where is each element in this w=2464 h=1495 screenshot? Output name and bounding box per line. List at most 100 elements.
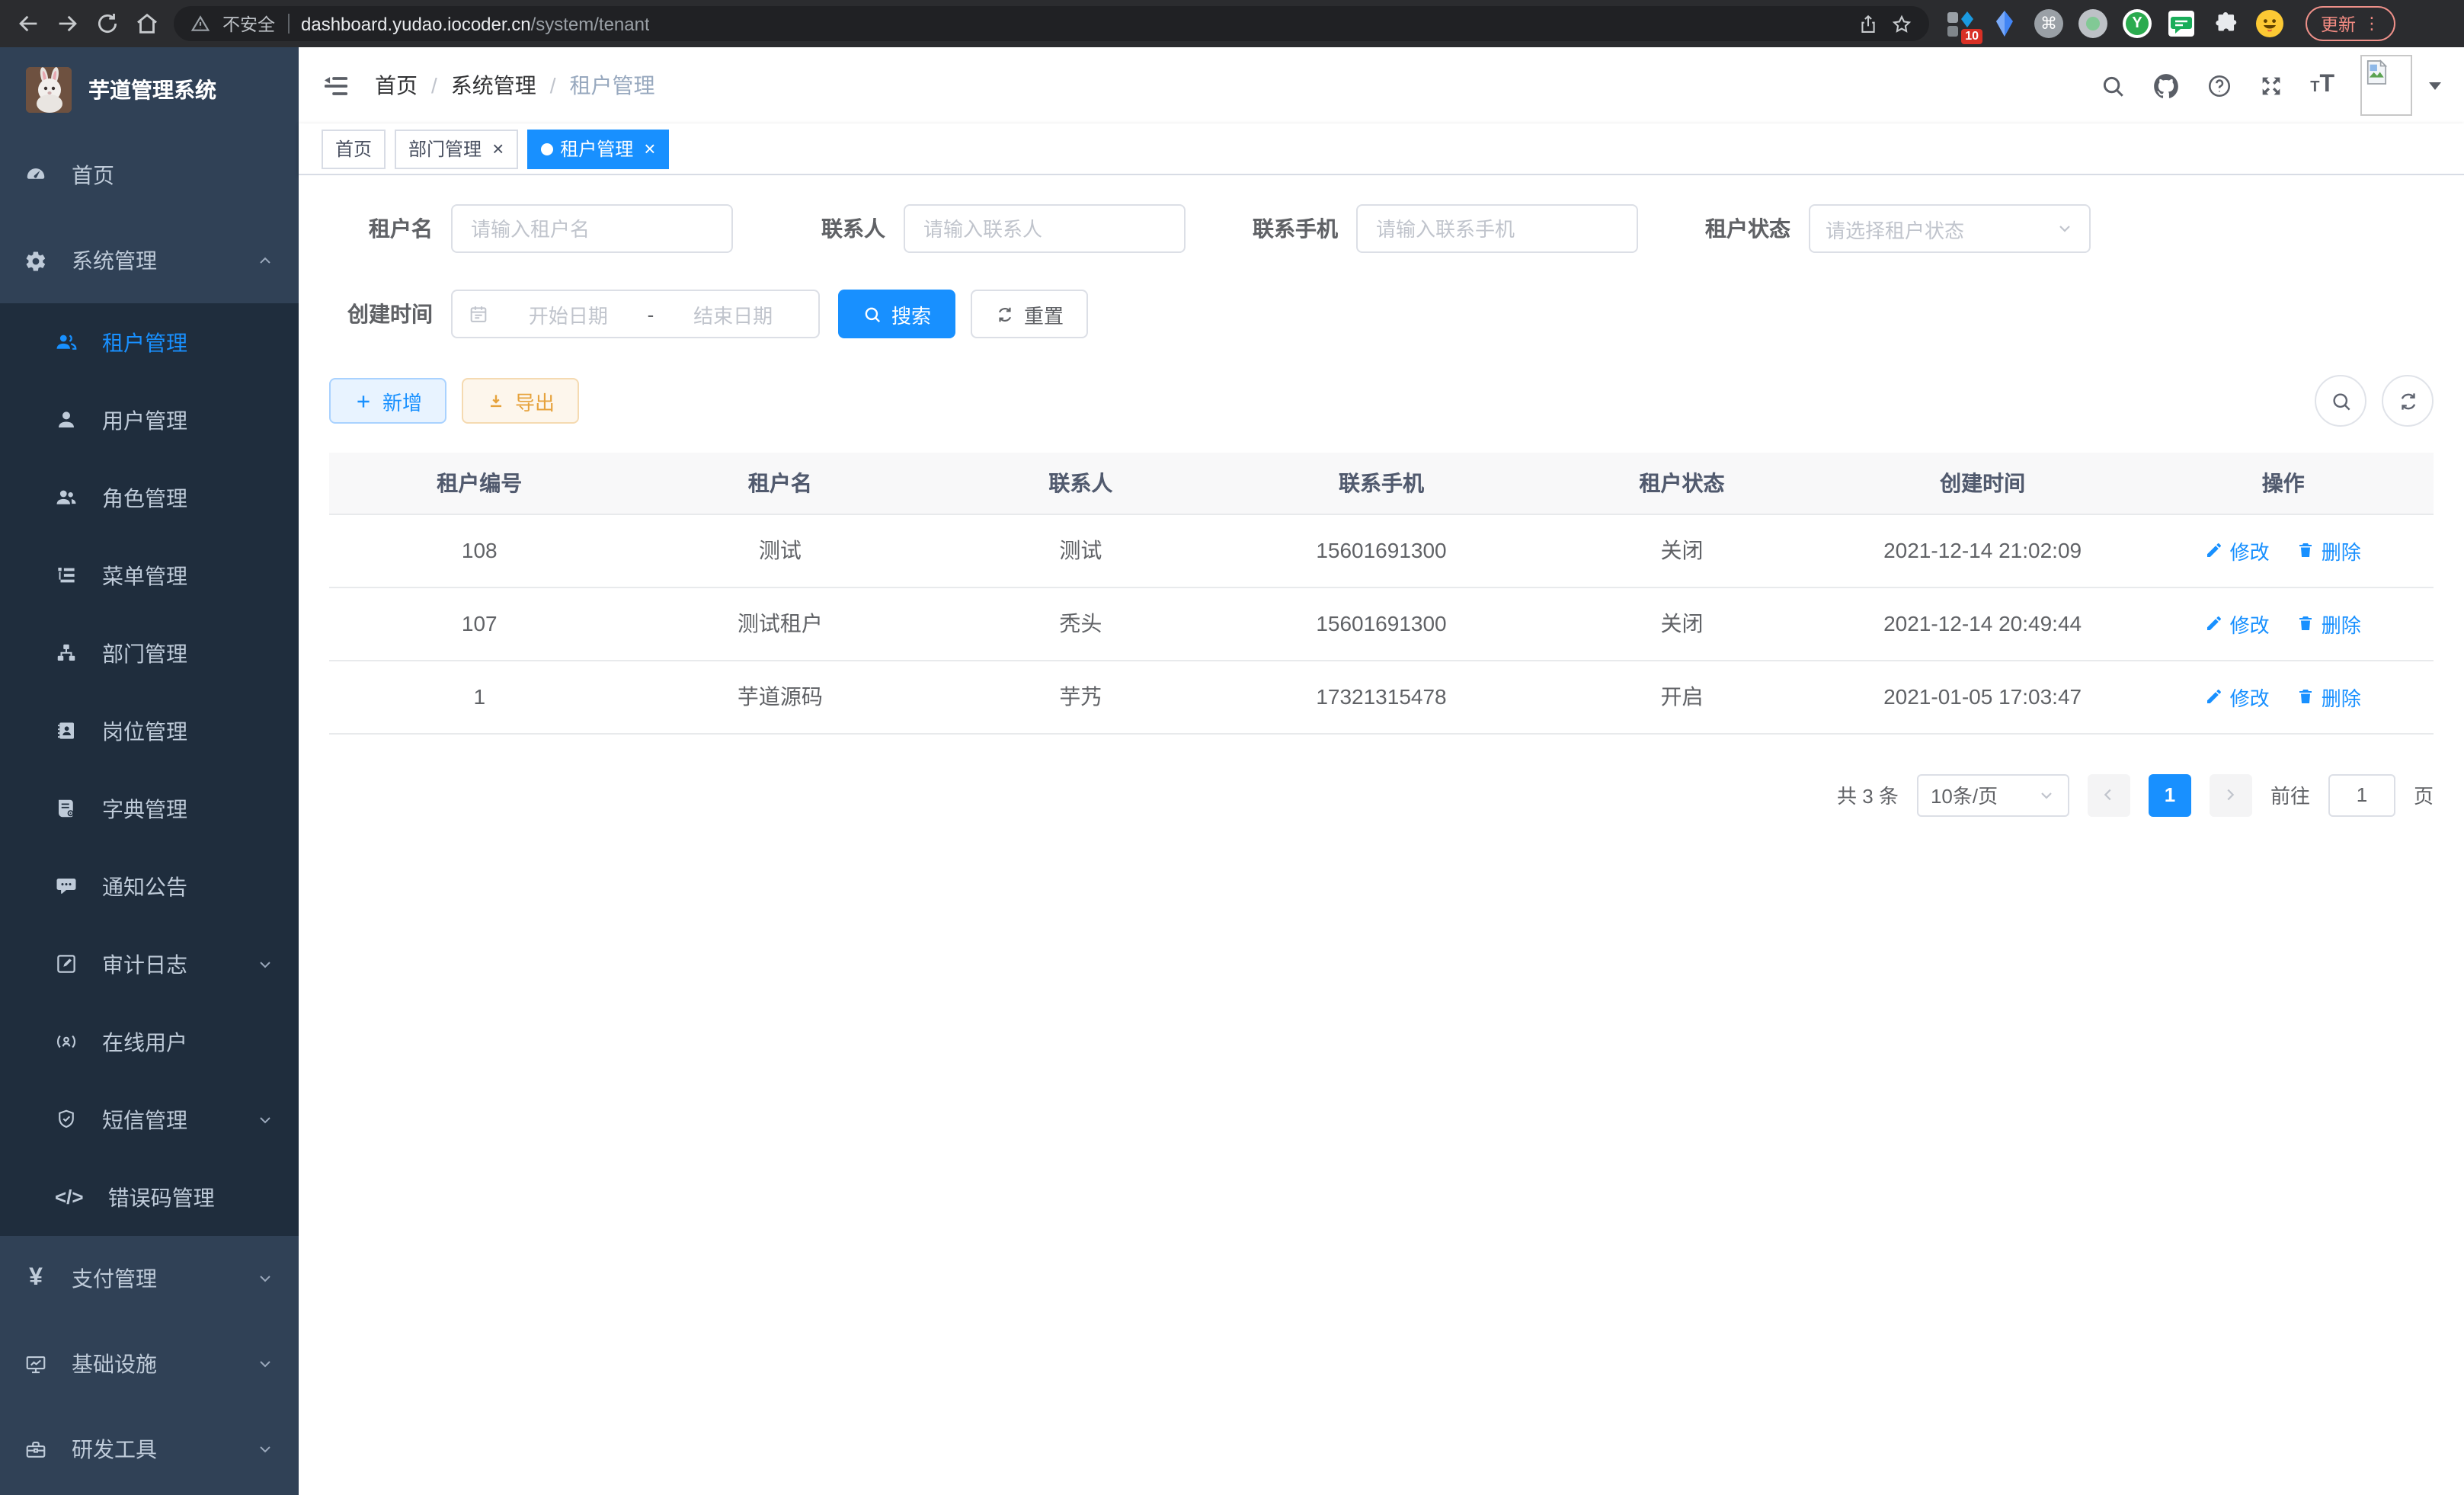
edit-pencil-icon — [2206, 614, 2224, 632]
url-text[interactable]: dashboard.yudao.iocoder.cn/system/tenant — [301, 13, 650, 34]
sidebar-item-role[interactable]: 角色管理 — [0, 459, 299, 536]
share-icon[interactable] — [1858, 13, 1879, 34]
delete-link[interactable]: 删除 — [2297, 609, 2361, 638]
goto-page-input[interactable] — [2328, 773, 2395, 816]
extension-command-icon[interactable]: ⌘ — [2034, 9, 2063, 38]
col-tenant-id: 租户编号 — [329, 453, 630, 514]
sidebar-toggle-icon[interactable] — [322, 71, 350, 100]
sidebar-item-payment[interactable]: ¥ 支付管理 — [0, 1236, 299, 1321]
cell-status: 关闭 — [1531, 587, 1832, 660]
avatar[interactable] — [2360, 55, 2412, 116]
dashboard-icon — [24, 164, 47, 187]
edit-link[interactable]: 修改 — [2206, 682, 2270, 711]
extension-chat-icon[interactable] — [2167, 9, 2196, 38]
sidebar-item-error-code[interactable]: </> 错误码管理 — [0, 1158, 299, 1236]
sidebar-item-tenant[interactable]: 租户管理 — [0, 303, 299, 381]
security-label[interactable]: 不安全 — [222, 11, 275, 36]
extension-kite-icon[interactable] — [1990, 9, 2019, 38]
sidebar-item-menu[interactable]: 菜单管理 — [0, 536, 299, 614]
navbar-actions: TT — [2100, 55, 2441, 116]
browser-home-icon[interactable] — [134, 11, 160, 37]
avatar-caret-icon[interactable] — [2429, 82, 2441, 89]
add-button[interactable]: 新增 — [329, 378, 446, 424]
sidebar-item-audit-log[interactable]: 审计日志 — [0, 925, 299, 1003]
reset-button[interactable]: 重置 — [971, 290, 1088, 338]
announcement-icon — [55, 875, 78, 898]
tab-close-icon[interactable]: × — [492, 139, 504, 158]
breadcrumb-separator: / — [431, 73, 437, 98]
page-number-1[interactable]: 1 — [2149, 773, 2191, 816]
tab-tenant[interactable]: 租户管理 × — [526, 129, 669, 168]
cell-tenant-name: 测试 — [630, 514, 931, 587]
address-bar[interactable]: 不安全 dashboard.yudao.iocoder.cn/system/te… — [174, 6, 1929, 41]
date-range-picker[interactable]: 开始日期 - 结束日期 — [451, 290, 820, 338]
sidebar-item-post[interactable]: 岗位管理 — [0, 692, 299, 770]
github-icon[interactable] — [2152, 71, 2181, 100]
plus-icon — [354, 391, 373, 411]
col-actions: 操作 — [2133, 453, 2434, 514]
chevron-down-icon — [256, 955, 274, 973]
sidebar-item-system[interactable]: 系统管理 — [0, 218, 299, 303]
tab-label: 首页 — [335, 136, 372, 162]
tab-home[interactable]: 首页 — [322, 129, 386, 168]
calendar-icon — [468, 303, 489, 325]
fullscreen-icon[interactable] — [2258, 72, 2284, 98]
prev-page-button[interactable] — [2088, 773, 2130, 816]
not-secure-warning-icon[interactable] — [190, 14, 210, 34]
cell-actions: 修改 删除 — [2133, 514, 2434, 587]
export-button[interactable]: 导出 — [462, 378, 579, 424]
profile-avatar-icon[interactable] — [2255, 9, 2284, 38]
cell-contact: 秃头 — [930, 587, 1231, 660]
page-size-select[interactable]: 10条/页 — [1917, 773, 2069, 816]
sidebar-item-notice[interactable]: 通知公告 — [0, 847, 299, 925]
sidebar-item-label: 基础设施 — [72, 1349, 157, 1379]
sidebar-item-dept[interactable]: 部门管理 — [0, 614, 299, 692]
refresh-table-button[interactable] — [2382, 375, 2434, 427]
browser-back-icon[interactable] — [15, 11, 41, 37]
download-icon — [486, 391, 506, 411]
sidebar-item-dict[interactable]: 字典管理 — [0, 770, 299, 847]
cell-created-at: 2021-12-14 21:02:09 — [1832, 514, 2133, 587]
next-page-button[interactable] — [2210, 773, 2252, 816]
contact-label: 联系人 — [782, 213, 885, 244]
filter-row-1: 租户名 联系人 联系手机 租户状态 请选择租户状态 — [329, 204, 2434, 253]
edit-link[interactable]: 修改 — [2206, 536, 2270, 565]
mobile-input[interactable] — [1356, 204, 1638, 253]
extension-y-icon[interactable]: Y — [2123, 9, 2152, 38]
edit-link[interactable]: 修改 — [2206, 609, 2270, 638]
sidebar-item-infrastructure[interactable]: 基础设施 — [0, 1321, 299, 1407]
devtools-icon — [24, 1438, 47, 1461]
app-logo[interactable]: 芋道管理系统 — [0, 47, 299, 133]
header-search-icon[interactable] — [2100, 72, 2126, 98]
extension-grid-icon[interactable]: 10 — [1946, 9, 1975, 38]
browser-forward-icon[interactable] — [55, 11, 81, 37]
tenant-name-input[interactable] — [451, 204, 733, 253]
tab-close-icon[interactable]: × — [644, 139, 655, 158]
delete-link[interactable]: 删除 — [2297, 536, 2361, 565]
extensions-puzzle-icon[interactable] — [2211, 9, 2240, 38]
show-search-button[interactable] — [2315, 375, 2366, 427]
sidebar-item-sms[interactable]: 短信管理 — [0, 1080, 299, 1158]
sidebar-item-online-user[interactable]: 在线用户 — [0, 1003, 299, 1080]
help-icon[interactable] — [2206, 72, 2232, 98]
delete-link[interactable]: 删除 — [2297, 682, 2361, 711]
breadcrumb-home[interactable]: 首页 — [375, 70, 418, 101]
tab-dept[interactable]: 部门管理 × — [395, 129, 517, 168]
app-frame: 芋道管理系统 首页 系统管理 — [0, 47, 2464, 1495]
menu-tree-icon — [55, 564, 78, 587]
sidebar-item-devtools[interactable]: 研发工具 — [0, 1407, 299, 1492]
font-size-icon[interactable]: TT — [2310, 73, 2334, 98]
contact-input[interactable] — [904, 204, 1186, 253]
browser-update-menu-button[interactable]: 更新 ⋮ — [2306, 6, 2395, 41]
status-select[interactable]: 请选择租户状态 — [1809, 204, 2091, 253]
cell-actions: 修改 删除 — [2133, 587, 2434, 660]
sidebar-item-home[interactable]: 首页 — [0, 133, 299, 218]
bookmark-star-icon[interactable] — [1891, 13, 1912, 34]
extension-recorder-icon[interactable] — [2078, 9, 2107, 38]
search-button[interactable]: 搜索 — [838, 290, 955, 338]
browser-reload-icon[interactable] — [94, 11, 120, 37]
sidebar-item-user[interactable]: 用户管理 — [0, 381, 299, 459]
table-row: 1 芋道源码 芋艿 17321315478 开启 2021-01-05 17:0… — [329, 660, 2434, 733]
refresh-icon — [995, 304, 1015, 324]
col-tenant-name: 租户名 — [630, 453, 931, 514]
